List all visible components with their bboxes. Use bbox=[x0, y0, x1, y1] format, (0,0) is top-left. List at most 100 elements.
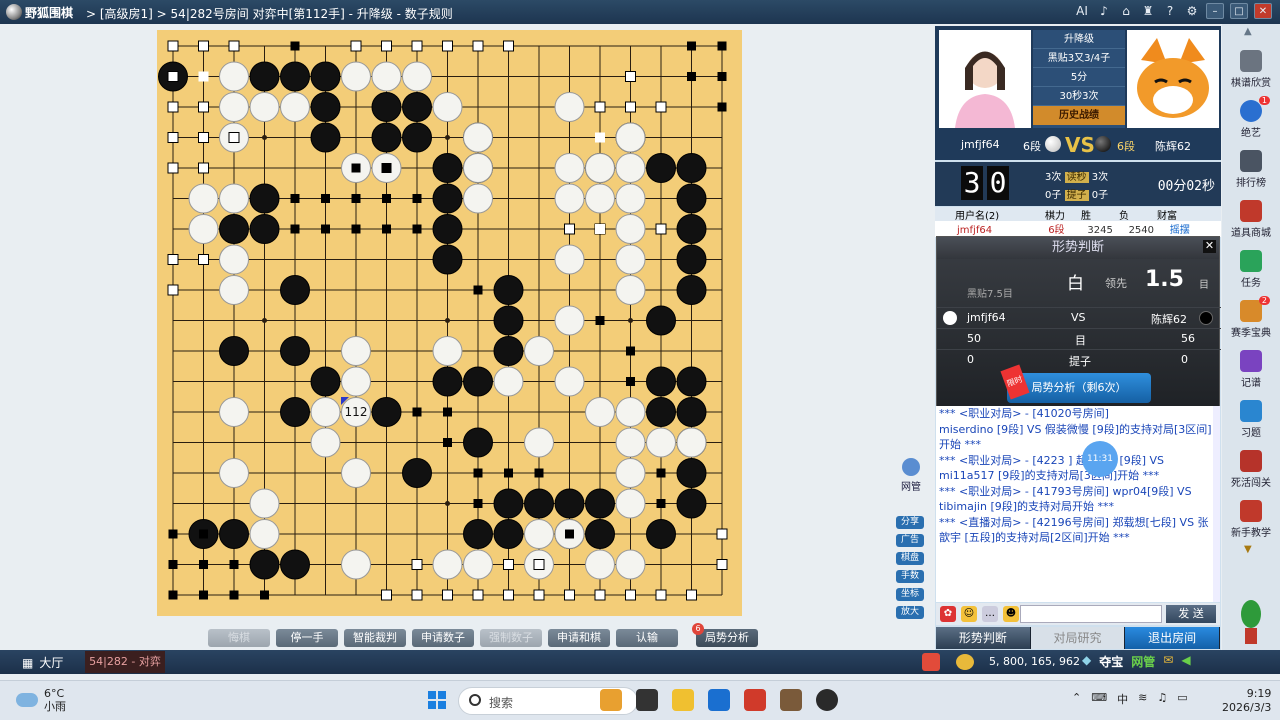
gift-icon[interactable] bbox=[922, 653, 940, 671]
scroll-down-icon[interactable]: ▼ bbox=[1244, 544, 1252, 555]
moves-tool[interactable]: 手数 bbox=[896, 570, 924, 583]
black-territory-mark bbox=[290, 194, 300, 203]
col-username[interactable]: 用户名(2) bbox=[935, 207, 1045, 222]
history-button[interactable]: 历史战绩 bbox=[1033, 106, 1125, 125]
col-wealth[interactable]: 财富 bbox=[1157, 207, 1197, 222]
col-loss[interactable]: 负 bbox=[1119, 207, 1157, 222]
battery-icon[interactable]: ▭ bbox=[1177, 691, 1187, 707]
shop-icon[interactable]: ♜ bbox=[1140, 3, 1156, 19]
home-icon[interactable]: ⌂ bbox=[1118, 3, 1134, 19]
keyboard-icon[interactable]: ⌨ bbox=[1091, 691, 1107, 707]
speaker-icon[interactable]: ♫ bbox=[1157, 691, 1167, 707]
white-avatar[interactable] bbox=[939, 30, 1031, 128]
weather-widget[interactable]: 6°C 小雨 bbox=[16, 687, 66, 713]
sidebar-item-jueyi[interactable]: 1 绝艺 bbox=[1222, 96, 1280, 146]
send-button[interactable]: 发 送 bbox=[1166, 605, 1216, 623]
scroll-up-icon[interactable]: ▲ bbox=[1244, 26, 1252, 37]
black-stone bbox=[249, 61, 280, 92]
coord-tool[interactable]: 坐标 bbox=[896, 588, 924, 601]
white-name[interactable]: jmfjf64 bbox=[961, 138, 1000, 151]
system-clock[interactable]: 9:19 2026/3/3 bbox=[1222, 687, 1271, 715]
sidebar-item-exercises[interactable]: 习题 bbox=[1222, 396, 1280, 446]
chat-scrollbar[interactable] bbox=[1213, 406, 1220, 602]
request-draw-button[interactable]: 申请和棋 bbox=[548, 629, 610, 647]
bell-icon[interactable]: ♪ bbox=[1096, 3, 1112, 19]
sidebar-item-season[interactable]: 2 赛季宝典 bbox=[1222, 296, 1280, 346]
ime-icon[interactable]: 中 bbox=[1117, 691, 1128, 707]
col-win[interactable]: 胜 bbox=[1081, 207, 1119, 222]
smile-icon[interactable]: ☻ bbox=[1003, 606, 1019, 622]
close-button[interactable]: ✕ bbox=[1254, 3, 1272, 19]
resign-button[interactable]: 认输 bbox=[616, 629, 678, 647]
force-count-button[interactable]: 强制数子 bbox=[480, 629, 542, 647]
store-icon[interactable] bbox=[708, 689, 730, 711]
user-row[interactable]: jmfjf64 6段 3245 2540 摇摆 bbox=[935, 221, 1221, 237]
sidebar-item-record[interactable]: 记谱 bbox=[1222, 346, 1280, 396]
foxgo-icon[interactable] bbox=[816, 689, 838, 711]
col-power[interactable]: 棋力 bbox=[1045, 207, 1081, 222]
tab-situation[interactable]: 形势判断 bbox=[936, 627, 1031, 649]
net-admin[interactable]: 网管 bbox=[898, 458, 924, 498]
board-svg[interactable]: 112 bbox=[157, 30, 742, 616]
board-tool[interactable]: 棋盘 bbox=[896, 552, 924, 565]
ai-button[interactable]: AI bbox=[1074, 3, 1090, 19]
undo-button[interactable]: 悔棋 bbox=[208, 629, 270, 647]
white-stone bbox=[341, 458, 371, 488]
chat-log[interactable]: *** <职业对局> - [41020号房间] miserdino [9段] V… bbox=[936, 406, 1220, 602]
maximize-button[interactable]: □ bbox=[1230, 3, 1248, 19]
exit-room-button[interactable]: 退出房间 bbox=[1125, 627, 1221, 649]
duobao-button[interactable]: 夺宝 bbox=[1099, 653, 1123, 670]
minimize-button[interactable]: – bbox=[1206, 3, 1224, 19]
white-stone bbox=[615, 397, 646, 427]
room-tab[interactable]: 54|282 - 对弈 bbox=[85, 651, 165, 673]
wps-icon[interactable] bbox=[744, 689, 766, 711]
chat-bubble-icon[interactable]: … bbox=[982, 606, 998, 622]
help-icon[interactable]: ? bbox=[1162, 3, 1178, 19]
chat-line: miserdino [9段] VS 假装微慢 [9段]的支持对局[3区间]开始 … bbox=[939, 422, 1212, 452]
sidebar-item-games[interactable]: 棋谱欣赏 bbox=[1222, 46, 1280, 96]
white-stone bbox=[585, 397, 615, 427]
sidebar-item-shop[interactable]: 道具商城 bbox=[1222, 196, 1280, 246]
black-name[interactable]: 陈辉62 bbox=[1155, 138, 1191, 154]
analysis-button[interactable]: 6 局势分析 bbox=[692, 623, 758, 647]
go-board[interactable]: 112 bbox=[157, 30, 742, 616]
wangguan-button[interactable]: 网管 bbox=[1131, 653, 1155, 670]
white-territory-mark bbox=[625, 101, 636, 113]
smart-judge-button[interactable]: 智能裁判 bbox=[344, 629, 406, 647]
lobby-button[interactable]: ▦ 大厅 bbox=[22, 654, 63, 671]
sidebar-item-tutorial[interactable]: 新手教学 bbox=[1222, 496, 1280, 546]
chat-input[interactable] bbox=[1020, 605, 1162, 623]
lead-unit: 目 bbox=[1199, 280, 1209, 291]
zoom-tool[interactable]: 放大 bbox=[896, 606, 924, 619]
white-stone bbox=[249, 519, 280, 549]
black-territory-mark bbox=[382, 224, 391, 234]
game-icon[interactable] bbox=[780, 689, 802, 711]
wifi-icon[interactable]: ≋ bbox=[1138, 691, 1147, 707]
folder-icon[interactable] bbox=[672, 689, 694, 711]
situation-close-button[interactable]: ✕ bbox=[1203, 240, 1216, 253]
sidebar-item-lifedeath[interactable]: 死活闯关 bbox=[1222, 446, 1280, 496]
request-count-button[interactable]: 申请数子 bbox=[412, 629, 474, 647]
sidebar-item-tasks[interactable]: 任务 bbox=[1222, 246, 1280, 296]
time-bubble[interactable]: 11:31 bbox=[1082, 441, 1118, 477]
black-stone bbox=[676, 183, 707, 214]
pass-button[interactable]: 停一手 bbox=[276, 629, 338, 647]
black-avatar[interactable] bbox=[1127, 30, 1219, 128]
app-icon[interactable] bbox=[600, 689, 622, 711]
white-stone bbox=[219, 275, 249, 305]
gear-icon[interactable]: ⚙ bbox=[1184, 3, 1200, 19]
ad-tool[interactable]: 广告 bbox=[896, 534, 924, 547]
sidebar-item-ranking[interactable]: 排行榜 bbox=[1222, 146, 1280, 196]
black-territory-mark bbox=[168, 590, 178, 600]
windows-start-button[interactable] bbox=[428, 691, 446, 709]
black-territory-mark bbox=[473, 468, 483, 478]
tab-research[interactable]: 对局研究 bbox=[1030, 627, 1126, 649]
share-tool[interactable]: 分享 bbox=[896, 516, 924, 529]
emoji-icon[interactable]: ☺ bbox=[961, 606, 977, 622]
taskview-icon[interactable] bbox=[636, 689, 658, 711]
flower-icon[interactable]: ✿ bbox=[940, 606, 956, 622]
mail-icon[interactable]: ✉ bbox=[1163, 653, 1173, 670]
chevron-up-icon[interactable]: ⌃ bbox=[1072, 691, 1081, 707]
volume-icon[interactable]: ◀ bbox=[1181, 653, 1190, 670]
analyze-button[interactable]: 限时 局势分析（剩6次） bbox=[1000, 364, 1151, 403]
